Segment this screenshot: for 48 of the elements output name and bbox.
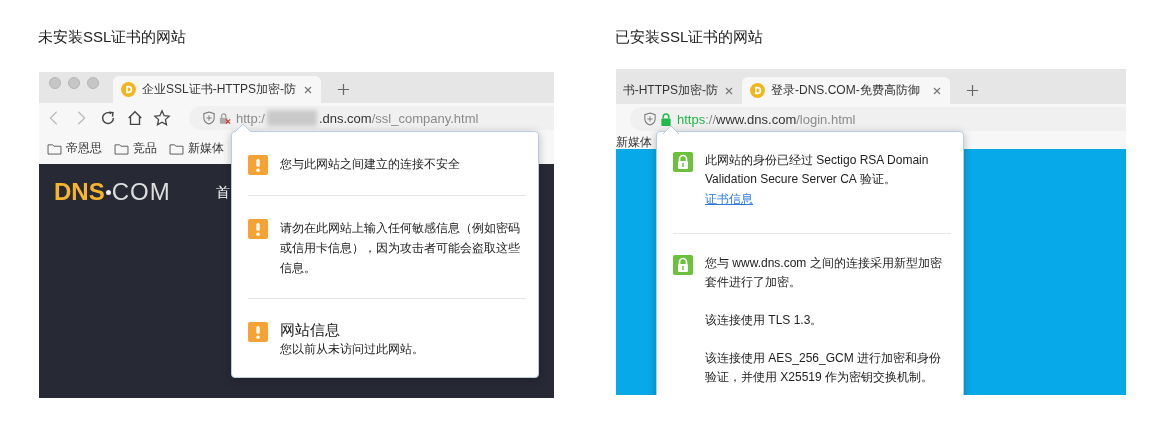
url-separator: ://: [705, 111, 717, 127]
security-message: 您与此网站之间建立的连接不安全: [280, 156, 461, 173]
address-bar[interactable]: https://www.dns.com/login.html: [630, 107, 1126, 131]
bookmark[interactable]: 新媒体: [169, 140, 224, 157]
security-message: 此网站的身份已经过 Sectigo RSA Domain Validation Secure Server CA 验证。: [705, 152, 930, 188]
warning-icon: [248, 322, 268, 342]
security-message: 该连接使用 AES_256_GCM 进行加密和身份验证，并使用 X25519 作为密钥交换机制。: [705, 350, 943, 386]
url-scheme: http:/: [236, 110, 265, 126]
security-message: 该连接使用 TLS 1.3。: [705, 312, 824, 329]
shield-icon: [644, 112, 656, 126]
folder-icon: [47, 142, 62, 155]
bookmark[interactable]: 新媒体: [616, 134, 652, 151]
new-tab-icon[interactable]: [337, 83, 350, 96]
certificate-link[interactable]: 证书信息: [705, 189, 753, 209]
url-host: .dns.com: [318, 110, 372, 126]
url-path: /ssl_company.html: [371, 110, 479, 126]
security-message: 您与 www.dns.com 之间的连接采用新型加密套件进行了加密。: [705, 255, 943, 291]
warning-icon: [248, 219, 268, 239]
close-icon[interactable]: [932, 85, 942, 96]
close-icon[interactable]: [303, 84, 313, 95]
redaction-mark: [266, 110, 317, 126]
folder-icon: [169, 142, 184, 155]
warning-icon: [248, 155, 268, 175]
url-scheme: https: [677, 111, 706, 127]
url-host: www.dns.com: [716, 111, 797, 127]
section-heading: 网站信息: [280, 321, 341, 339]
browser-tab[interactable]: 登录-DNS.COM-免费高防御: [742, 77, 950, 104]
close-icon[interactable]: [724, 85, 734, 96]
nav-link[interactable]: 首: [216, 184, 230, 202]
caption: 未安装SSL证书的网站: [38, 27, 188, 47]
logo[interactable]: DNS COM: [54, 178, 171, 206]
lock-icon: [673, 152, 693, 172]
browser-tab[interactable]: 书-HTTPS加密-防: [616, 77, 742, 104]
lock-icon: [673, 255, 693, 275]
bookmark[interactable]: 竞品: [114, 140, 157, 157]
folder-icon: [114, 142, 129, 155]
url-path: /login.html: [796, 111, 856, 127]
home-icon[interactable]: [126, 109, 144, 127]
security-message: 您以前从未访问过此网站。: [280, 341, 425, 358]
reload-icon[interactable]: [99, 109, 117, 127]
browser-tab[interactable]: 企业SSL证书-HTTPS加密-防: [113, 76, 321, 103]
shield-icon: [203, 111, 215, 125]
security-message: 请勿在此网站上输入任何敏感信息（例如密码或信用卡信息），因为攻击者可能会盗取这些信息。: [280, 220, 521, 277]
bookmark[interactable]: 帝恩思: [47, 140, 102, 157]
new-tab-icon[interactable]: [966, 84, 979, 97]
address-bar[interactable]: http:/ .dns.com/ssl_company.html: [189, 106, 554, 130]
caption: 已安装SSL证书的网站: [615, 27, 765, 47]
star-icon[interactable]: [153, 109, 171, 127]
